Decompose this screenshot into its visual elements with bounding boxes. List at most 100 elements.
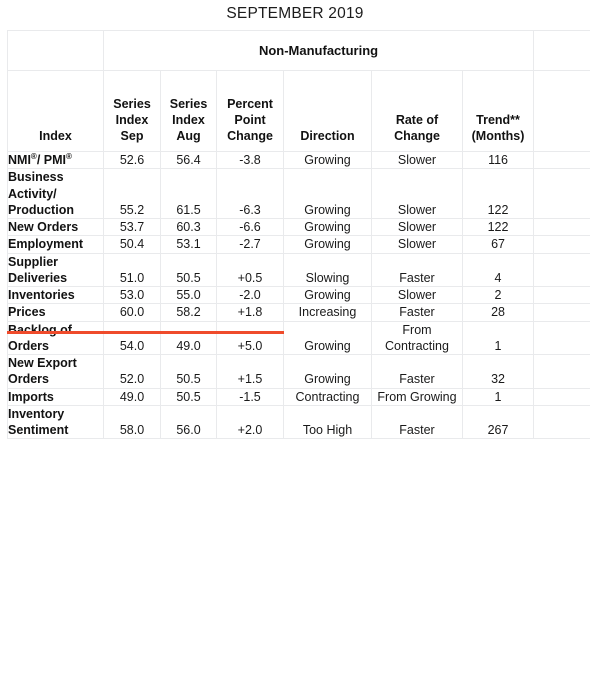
col-sep-line1: Series [113,97,151,111]
col-sep-line3: Sep [120,129,144,143]
cell-direction: Growing [283,217,372,237]
row-index-label: Prices [7,303,104,322]
cell-direction: Contracting [283,387,372,406]
cell-rate-of-change: Faster [371,404,463,440]
cell-mfg-series-index-sep: 51.1 [533,252,590,287]
row-index-label: Supplier Deliveries [7,252,104,287]
col-aug-line1: Series [169,97,208,111]
cell-percent-point-change: -6.6 [216,217,284,237]
cell-series-index-aug: 50.5 [160,354,217,389]
cell-trend-months: 1 [461,320,535,355]
row-index-label: New Orders [7,217,104,237]
cell-rate-of-change: Faster [371,252,463,287]
cell-trend-months: 1 [461,387,535,406]
cell-trend-months: 2 [461,285,535,305]
cell-trend-months: 67 [461,235,535,254]
ism-report-table: Non-Manufacturing Index Series Index Sep… [7,30,590,440]
cell-rate-of-change: From Contracting [371,320,463,355]
cell-series-index-sep: 53.7 [103,217,161,237]
cell-direction: Increasing [283,303,372,322]
cell-series-index-aug: 55.0 [160,285,217,305]
column-header-series-index-sep[interactable]: Series Index Sep [103,70,161,152]
table-row: Inventories53.055.0-2.0GrowingSlower246.… [7,285,590,305]
table-body: NMI®/ PMI®52.656.4-3.8GrowingSlower11647… [7,150,590,440]
row-index-label: Employment [7,235,104,254]
cell-direction: Growing [283,168,372,219]
cell-direction: Slowing [283,252,372,287]
cell-mfg-series-index-sep: 47.3 [533,217,590,237]
column-header-series-index-aug[interactable]: Series Index Aug [160,70,217,152]
column-header-percent-point-change[interactable]: Percent Point Change [216,70,284,152]
cell-percent-point-change: +0.5 [216,252,284,287]
cell-trend-months: 4 [461,252,535,287]
cell-series-index-sep: 53.0 [103,285,161,305]
cell-trend-months: 267 [461,404,535,440]
cell-rate-of-change: Slower [371,217,463,237]
cell-percent-point-change: +1.8 [216,303,284,322]
group-header-blank-left [7,30,104,71]
col-chg-line2: Point [234,113,266,127]
table-row: NMI®/ PMI®52.656.4-3.8GrowingSlower11647… [7,150,590,170]
cell-series-index-aug: 49.0 [160,320,217,355]
cell-rate-of-change: Slower [371,150,463,170]
cell-series-index-sep: 60.0 [103,303,161,322]
cell-mfg-series-index-sep: 47.3 [533,168,590,219]
row-index-label: Inventories [7,285,104,305]
cell-mfg-series-index-sep: 46.3 [533,235,590,254]
cell-trend-months: 28 [461,303,535,322]
cell-direction: Growing [283,354,372,389]
cell-rate-of-change: Slower [371,168,463,219]
row-index-label: Backlog of Orders [7,320,104,355]
cell-trend-months: 32 [461,354,535,389]
col-aug-line2: Index [172,113,205,127]
cell-mfg-series-index-sep: N/A [533,404,590,440]
cell-series-index-sep: 58.0 [103,404,161,440]
row-index-label: NMI®/ PMI® [7,150,104,170]
cell-trend-months: 116 [461,150,535,170]
cell-percent-point-change: +1.5 [216,354,284,389]
cell-rate-of-change: Faster [371,303,463,322]
cell-series-index-sep: 54.0 [103,320,161,355]
cell-percent-point-change: +2.0 [216,404,284,440]
table-row: Backlog of Orders 54.0 49.0 +5.0 Growing From… [7,320,590,355]
cell-mfg-series-index-sep: 46.9 [533,285,590,305]
column-header-trend-months[interactable]: Trend** (Months) [461,70,535,152]
cell-rate-of-change: Slower [371,285,463,305]
cell-percent-point-change: -2.7 [216,235,284,254]
column-header-mfg-series-index-sep[interactable]: Series Index Sep [533,70,590,152]
cell-percent-point-change: -6.3 [216,168,284,219]
cell-series-index-sep: 49.0 [103,387,161,406]
col-trend-line2: (Months) [471,129,525,143]
cell-series-index-aug: 60.3 [160,217,217,237]
cell-mfg-series-index-sep: 49.7 [533,303,590,322]
table-row: Imports 49.0 50.5 -1.5 Contracting From Growi… [7,387,590,406]
cell-trend-months: 122 [461,168,535,219]
cell-trend-months: 122 [461,217,535,237]
column-header-direction[interactable]: Direction [283,70,372,152]
table-row: Prices60.058.2+1.8IncreasingFaster2849.7 [7,303,590,322]
table-row: New Export Orders 52.0 50.5 +1.5 Growing Fast… [7,354,590,389]
table-row: Business Activity/ Production 55.2 61.5 -6.… [7,168,590,219]
cell-series-index-aug: 58.2 [160,303,217,322]
cell-series-index-sep: 50.4 [103,235,161,254]
cell-series-index-sep: 52.0 [103,354,161,389]
column-header-index[interactable]: Index [7,70,104,152]
cell-rate-of-change: Faster [371,354,463,389]
table-row: Supplier Deliveries 51.0 50.5 +0.5 Slowing Fa… [7,252,590,287]
cell-direction: Growing [283,285,372,305]
cell-series-index-aug: 56.4 [160,150,217,170]
cell-rate-of-change: Slower [371,235,463,254]
row-index-label: Business Activity/ Production [7,168,104,219]
page-title: SEPTEMBER 2019 [226,5,364,22]
row-index-label: Inventory Sentiment [7,404,104,440]
row-index-label: New Export Orders [7,354,104,389]
group-header-row: Non-Manufacturing [7,30,590,71]
col-aug-line3: Aug [176,129,201,143]
cell-series-index-sep: 55.2 [103,168,161,219]
cell-direction: Growing [283,235,372,254]
column-header-rate-of-change[interactable]: Rate of Change [371,70,463,152]
cell-direction: Too High [283,404,372,440]
cell-series-index-sep: 51.0 [103,252,161,287]
table-head: Non-Manufacturing Index Series Index Sep… [7,30,590,152]
column-header-row: Index Series Index Sep Series Index Aug … [7,70,590,152]
